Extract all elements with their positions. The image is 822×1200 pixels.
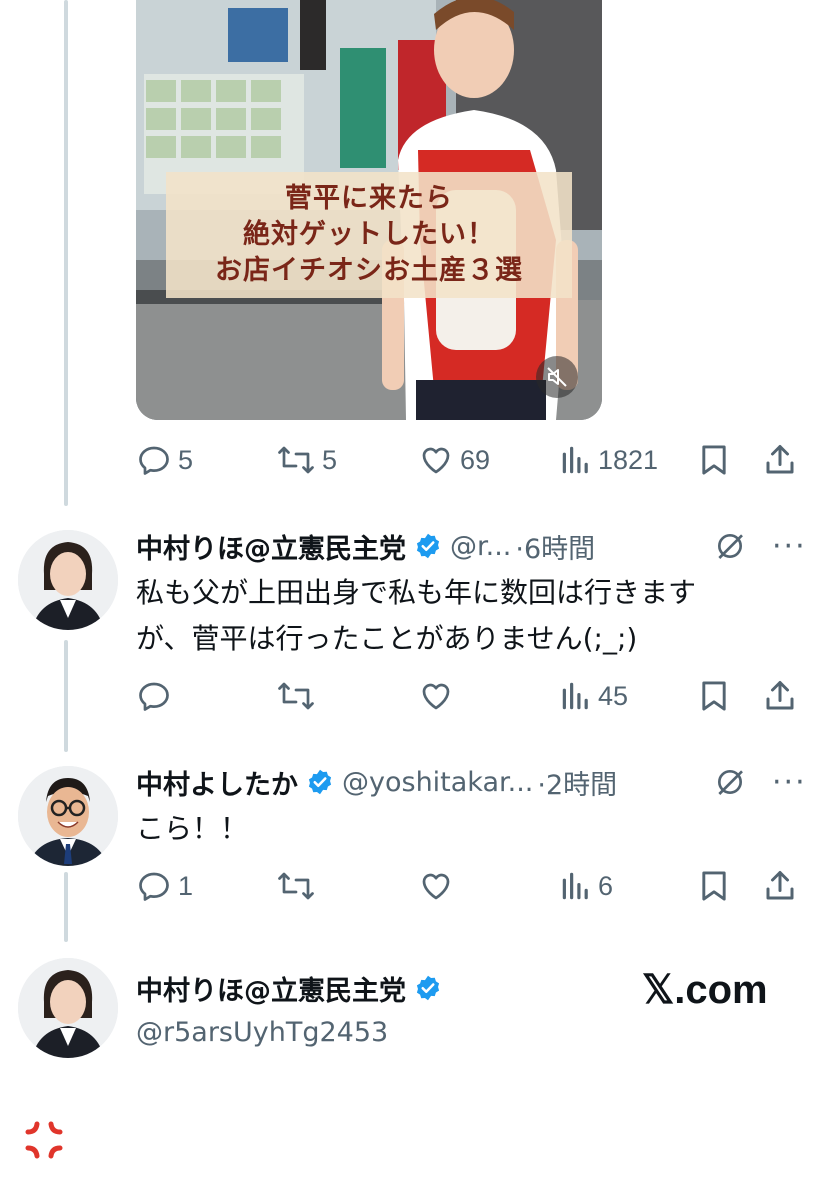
grok-icon[interactable] bbox=[714, 530, 746, 562]
bookmark-button[interactable] bbox=[698, 440, 730, 480]
share-icon bbox=[766, 445, 794, 474]
tweet-header: 中村りほ@立憲民主党 @r... ·6時間 bbox=[136, 526, 595, 566]
share-button[interactable] bbox=[762, 440, 798, 480]
mute-button[interactable] bbox=[536, 356, 578, 398]
author-name[interactable]: 中村よしたか bbox=[136, 763, 298, 802]
repost-icon bbox=[278, 446, 314, 474]
video-media[interactable]: 菅平に来たら 絶対ゲットしたい！ お店イチオシお土産３選 bbox=[136, 0, 602, 420]
tweet-header: 中村よしたか @yoshitakar... ·2時間 bbox=[136, 762, 617, 802]
avatar-image bbox=[18, 766, 118, 866]
avatar-image bbox=[18, 958, 118, 1058]
avatar-image bbox=[18, 530, 118, 630]
grok-icon[interactable] bbox=[714, 766, 746, 798]
speaker-muted-icon bbox=[547, 367, 567, 387]
like-button[interactable]: 69 bbox=[418, 440, 490, 480]
views-button[interactable]: 1821 bbox=[560, 440, 658, 480]
post-time: ·2時間 bbox=[537, 769, 618, 801]
reply-button[interactable]: 1 bbox=[136, 866, 193, 906]
repost-button[interactable] bbox=[276, 676, 322, 716]
bookmark-button[interactable] bbox=[698, 866, 730, 906]
view-count: 6 bbox=[598, 870, 614, 901]
views-button[interactable]: 45 bbox=[560, 676, 628, 716]
verified-badge-icon bbox=[414, 532, 442, 560]
reply-icon bbox=[139, 872, 169, 901]
avatar[interactable] bbox=[18, 530, 118, 630]
tweet-tail-icons: ··· bbox=[714, 526, 807, 566]
share-icon bbox=[766, 681, 794, 710]
bookmark-icon bbox=[702, 681, 726, 711]
thread-line bbox=[64, 0, 68, 506]
tweet-actions: 1 6 bbox=[136, 866, 806, 906]
views-icon bbox=[562, 682, 588, 710]
repost-button[interactable]: 5 bbox=[276, 440, 337, 480]
view-count: 1821 bbox=[598, 444, 659, 475]
caption-line-2: 絶対ゲットしたい！ bbox=[243, 219, 495, 250]
repost-icon bbox=[278, 682, 314, 710]
caption-line-3: お店イチオシお土産３選 bbox=[215, 255, 523, 286]
view-count: 45 bbox=[598, 680, 629, 711]
like-button[interactable] bbox=[418, 866, 460, 906]
more-options-icon[interactable]: ··· bbox=[772, 529, 807, 564]
author-handle[interactable]: @yoshitakar... bbox=[342, 767, 533, 798]
repost-count: 5 bbox=[322, 444, 338, 475]
tweet-tail-icons: ··· bbox=[714, 762, 807, 802]
tweet-text: 私も父が上田出身で私も年に数回は行きます が、菅平は行ったことがありません(;_… bbox=[136, 570, 796, 662]
verified-badge-icon bbox=[306, 768, 334, 796]
profile-name[interactable]: 中村りほ@立憲民主党 bbox=[136, 969, 406, 1008]
reply-icon bbox=[139, 682, 169, 711]
x-com-watermark: 𝕏.com bbox=[642, 968, 768, 1012]
tweet-text-line: 私も父が上田出身で私も年に数回は行きます bbox=[136, 576, 697, 609]
bookmark-button[interactable] bbox=[698, 676, 730, 716]
profile-handle-row: @r5arsUyhTg2453 bbox=[136, 1012, 388, 1052]
author-handle[interactable]: @r... bbox=[450, 531, 511, 562]
share-button[interactable] bbox=[762, 866, 798, 906]
video-caption: 菅平に来たら 絶対ゲットしたい！ お店イチオシお土産３選 bbox=[166, 172, 572, 298]
views-icon bbox=[562, 872, 588, 900]
anger-symbol-icon bbox=[25, 1121, 63, 1159]
bookmark-icon bbox=[702, 445, 726, 475]
tweet-text-line: こら！！ bbox=[136, 812, 249, 845]
caption-line-1: 菅平に来たら bbox=[285, 183, 453, 214]
views-icon bbox=[562, 446, 588, 474]
like-count: 69 bbox=[460, 444, 491, 475]
tweet-text: こら！！ bbox=[136, 806, 796, 852]
share-icon bbox=[766, 871, 794, 900]
reply-button[interactable]: 5 bbox=[136, 440, 193, 480]
heart-icon bbox=[422, 447, 450, 474]
reply-icon bbox=[139, 446, 169, 475]
heart-icon bbox=[422, 683, 450, 710]
repost-button[interactable] bbox=[276, 866, 322, 906]
tweet-actions: 45 bbox=[136, 676, 806, 716]
heart-icon bbox=[422, 873, 450, 900]
more-options-icon[interactable]: ··· bbox=[772, 765, 807, 800]
author-name[interactable]: 中村りほ@立憲民主党 bbox=[136, 527, 406, 566]
like-button[interactable] bbox=[418, 676, 460, 716]
tweet-actions: 5 5 69 1821 bbox=[136, 440, 806, 480]
avatar[interactable] bbox=[18, 958, 118, 1058]
reply-count: 5 bbox=[178, 444, 194, 475]
repost-icon bbox=[278, 872, 314, 900]
profile-name-row: 中村りほ@立憲民主党 bbox=[136, 968, 442, 1008]
thread-line bbox=[64, 872, 68, 942]
tweet-text-line: が、菅平は行ったことがありません(;_;) bbox=[136, 622, 638, 655]
thread-line bbox=[64, 640, 68, 752]
reply-count: 1 bbox=[178, 870, 194, 901]
avatar[interactable] bbox=[18, 766, 118, 866]
views-button[interactable]: 6 bbox=[560, 866, 613, 906]
verified-badge-icon bbox=[414, 974, 442, 1002]
bookmark-icon bbox=[702, 871, 726, 901]
reply-button[interactable] bbox=[136, 676, 178, 716]
post-time: ·6時間 bbox=[515, 533, 596, 565]
share-button[interactable] bbox=[762, 676, 798, 716]
profile-handle[interactable]: @r5arsUyhTg2453 bbox=[136, 1017, 388, 1048]
